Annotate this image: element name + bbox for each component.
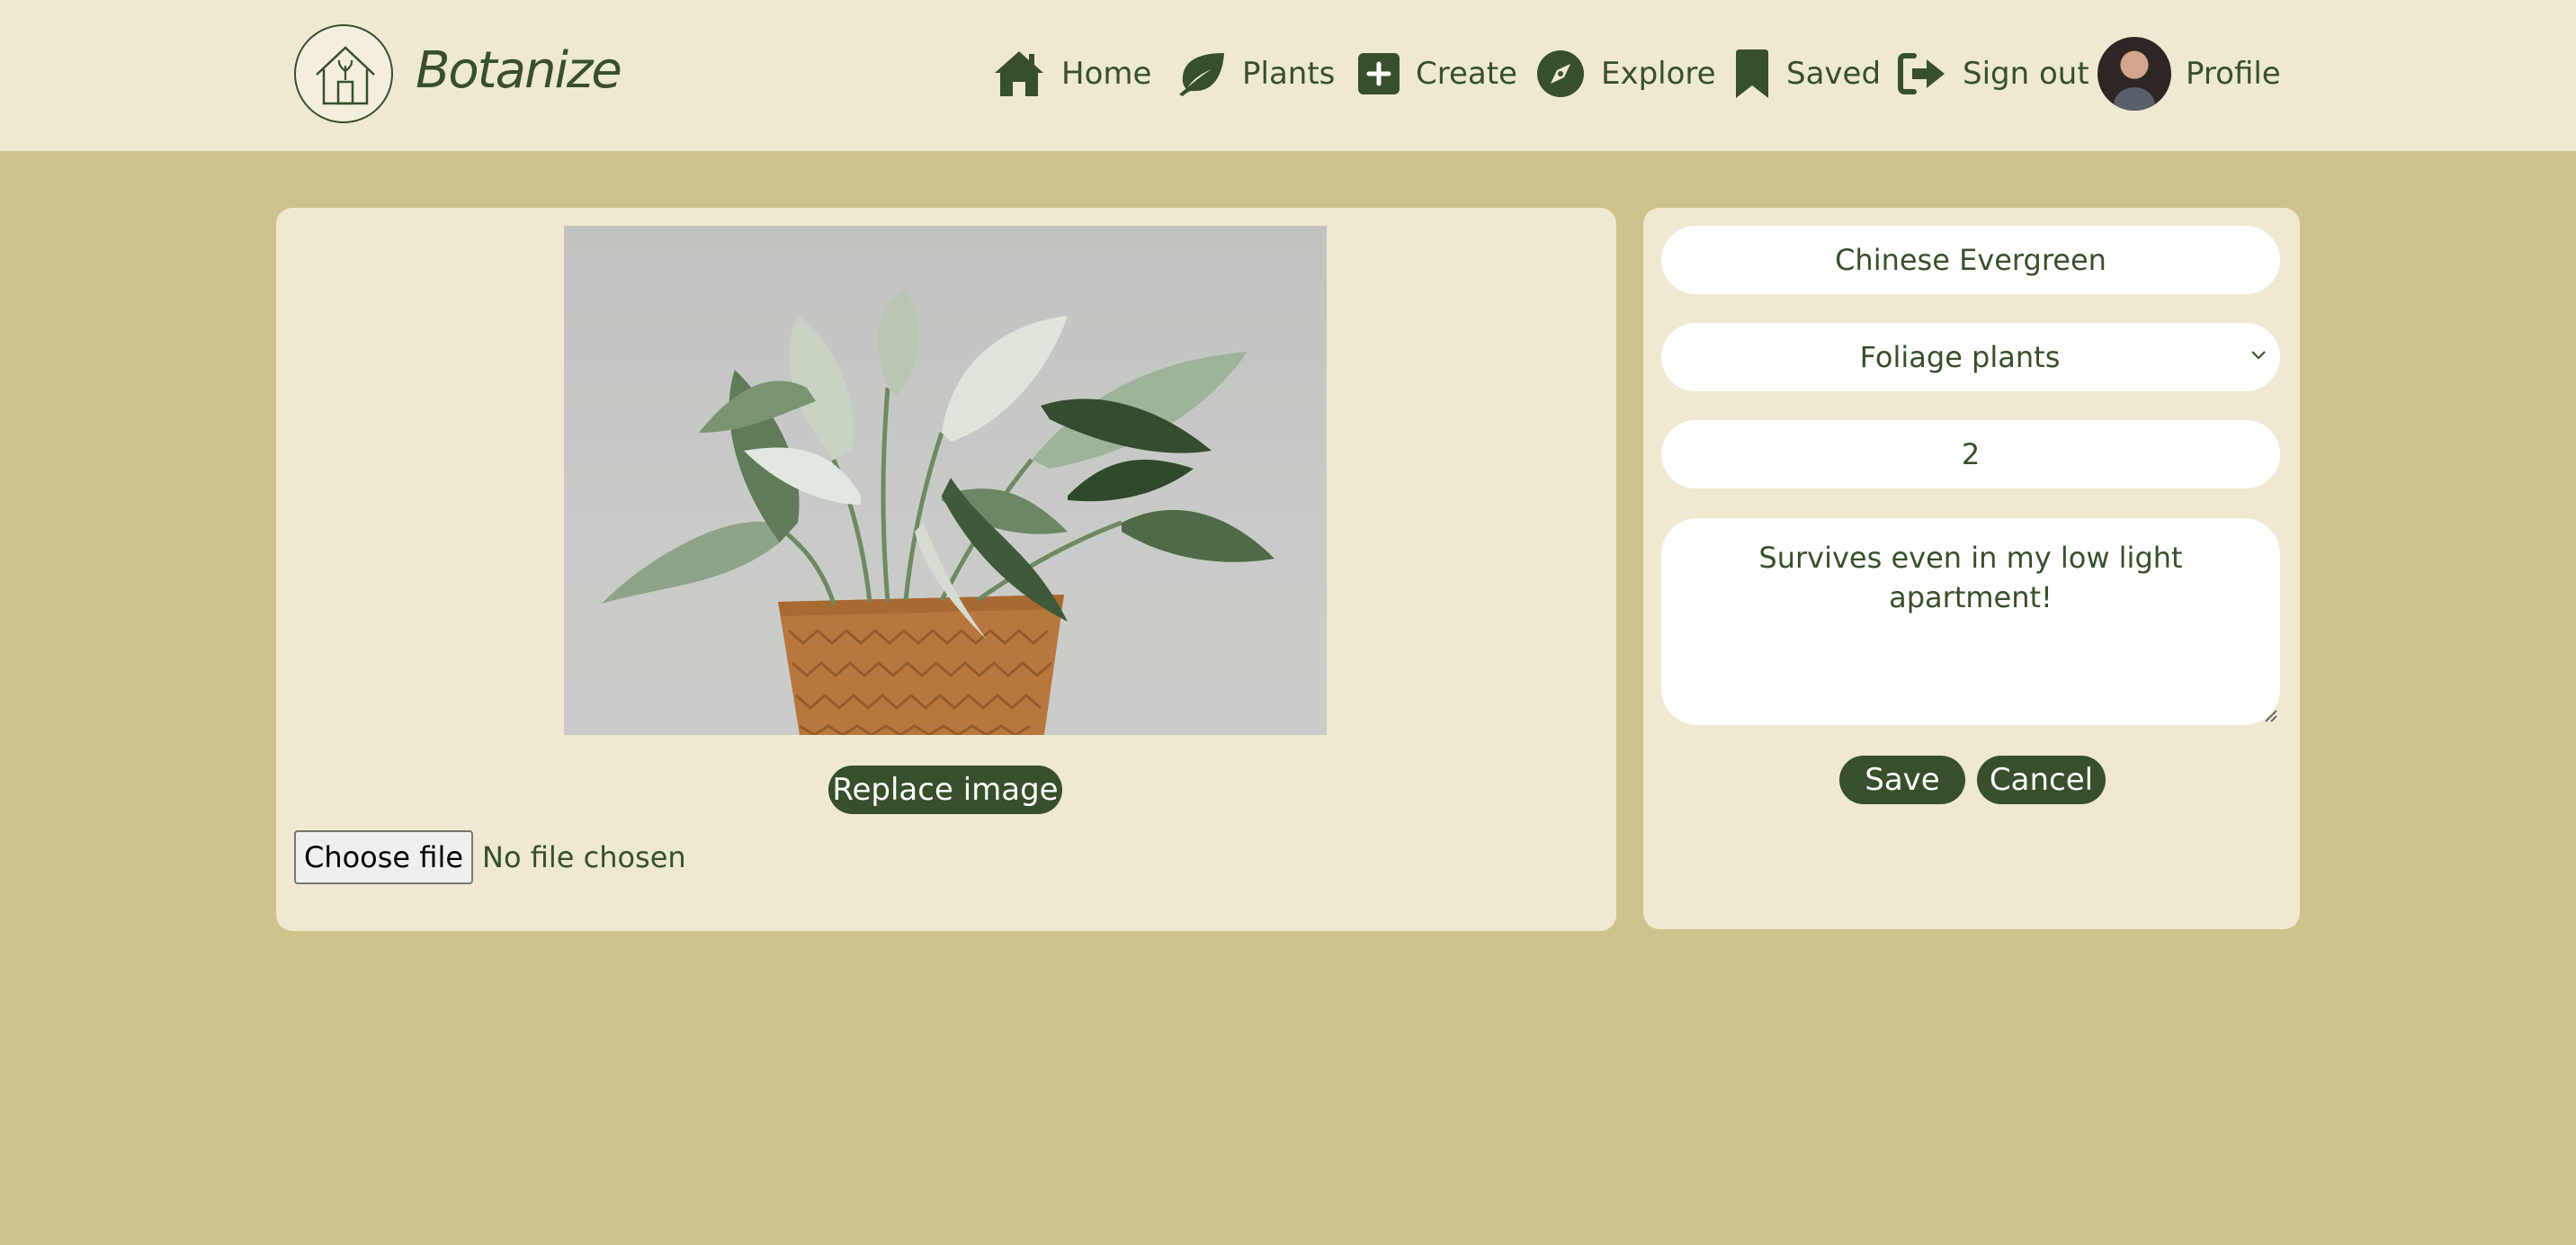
category-select[interactable]: Foliage plants xyxy=(1661,323,2280,391)
nav-create[interactable]: Create xyxy=(1358,47,1517,101)
leaf-icon xyxy=(1179,53,1224,96)
nav-plants[interactable]: Plants xyxy=(1176,47,1335,101)
home-icon xyxy=(995,51,1043,96)
quantity-input[interactable]: 2 xyxy=(1661,420,2280,488)
plant-photo xyxy=(564,226,1327,735)
plus-square-icon xyxy=(1358,53,1400,94)
greenhouse-icon xyxy=(316,46,375,105)
plant-edit-form: Chinese Evergreen Foliage plants 2 Survi… xyxy=(1643,208,2300,929)
nav-explore-label: Explore xyxy=(1601,56,1716,92)
cancel-button[interactable]: Cancel xyxy=(1977,756,2106,804)
nav-sign-out[interactable]: Sign out xyxy=(1898,47,2089,101)
chevron-down-icon xyxy=(2251,351,2266,360)
avatar xyxy=(2097,37,2171,111)
compass-icon xyxy=(1537,50,1584,97)
nav-profile-label: Profile xyxy=(2186,56,2281,92)
nav-saved-label: Saved xyxy=(1786,56,1882,92)
replace-image-button[interactable]: Replace image xyxy=(828,766,1062,814)
notes-textarea[interactable]: Survives even in my low light apartment! xyxy=(1661,518,2280,725)
notes-text: Survives even in my low light apartment! xyxy=(1758,541,2183,614)
nav-home-label: Home xyxy=(1061,56,1152,92)
top-navbar: Botanize Home Plants Create Explore Save… xyxy=(0,0,2576,151)
category-select-value: Foliage plants xyxy=(1859,340,2061,374)
nav-create-label: Create xyxy=(1416,56,1517,92)
nav-home[interactable]: Home xyxy=(993,47,1151,101)
bookmark-icon xyxy=(1736,49,1768,98)
resize-grip-icon[interactable] xyxy=(2260,705,2278,723)
nav-explore[interactable]: Explore xyxy=(1536,47,1716,101)
nav-saved[interactable]: Saved xyxy=(1734,47,1881,101)
botanize-logo[interactable] xyxy=(294,24,393,123)
nav-plants-label: Plants xyxy=(1242,56,1336,92)
plant-name-input[interactable]: Chinese Evergreen xyxy=(1661,226,2280,294)
brand-name[interactable]: Botanize xyxy=(416,41,622,101)
nav-sign-out-label: Sign out xyxy=(1963,56,2089,92)
choose-file-button[interactable]: Choose file xyxy=(294,830,473,884)
image-panel: Replace image Choose file No file chosen xyxy=(276,208,1616,931)
nav-profile[interactable]: Profile xyxy=(2097,37,2281,111)
save-button[interactable]: Save xyxy=(1839,756,1965,804)
file-status-text: No file chosen xyxy=(482,840,686,874)
sign-out-icon xyxy=(1898,53,1945,94)
